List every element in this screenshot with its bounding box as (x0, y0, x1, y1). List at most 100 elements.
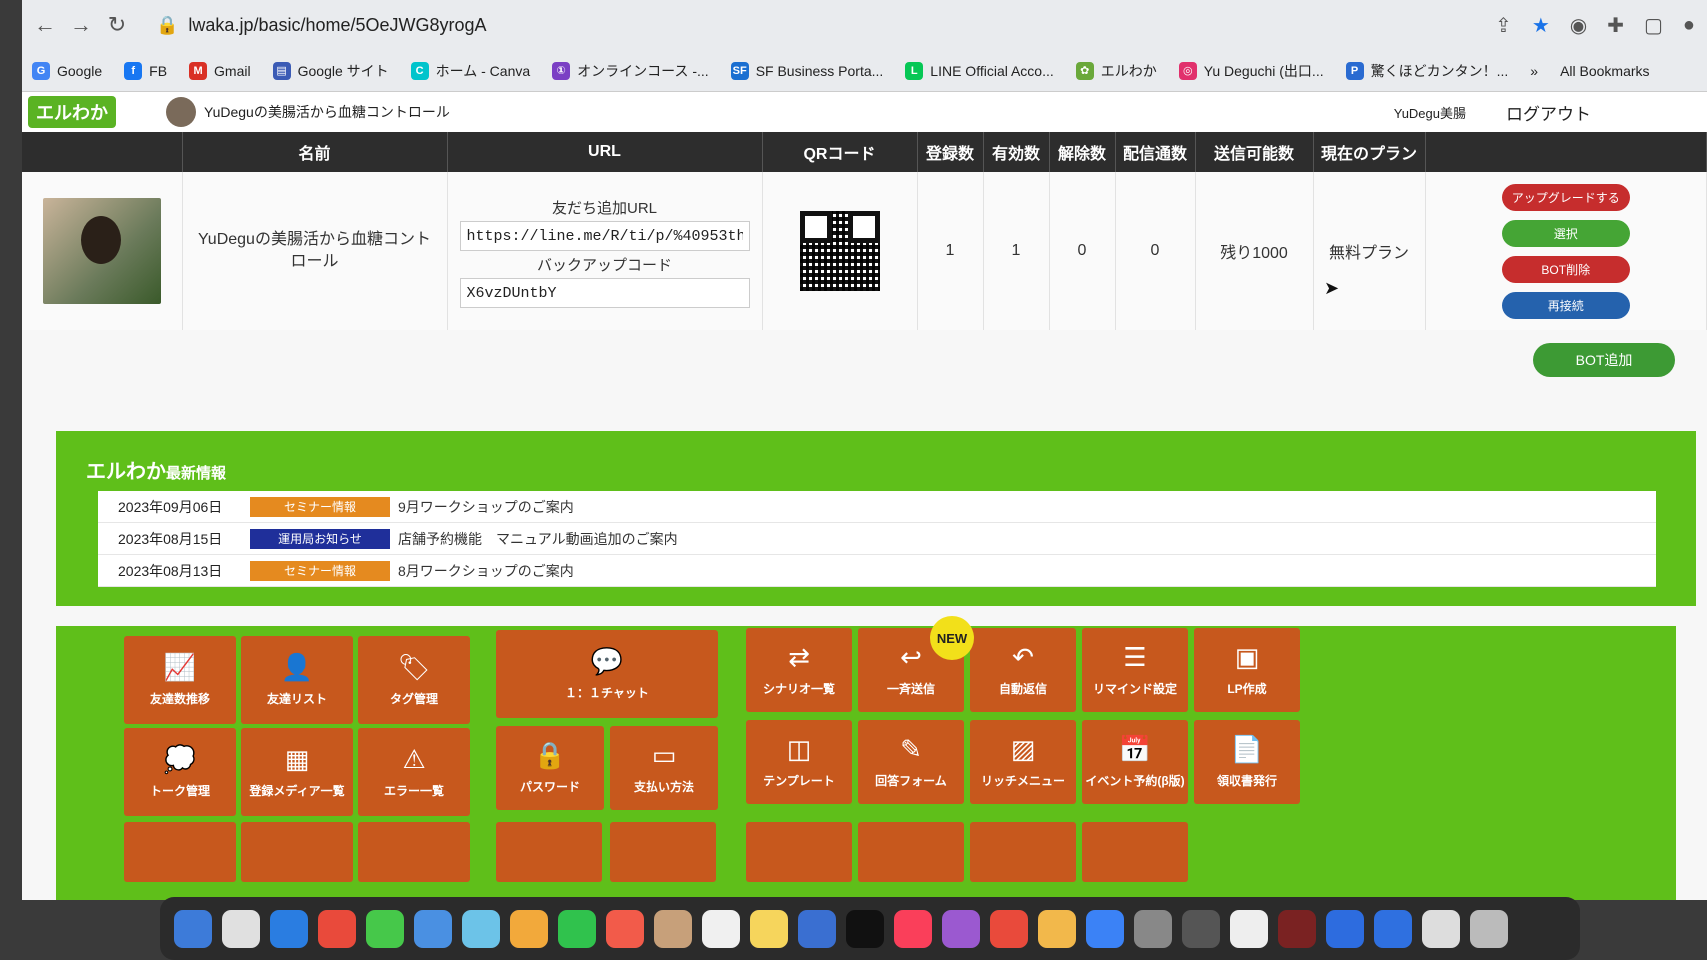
menu-tile-label: 友達リスト (266, 691, 327, 706)
all-bookmarks-link[interactable]: All Bookmarks (1560, 63, 1649, 79)
bookmark-favicon-icon: L (905, 61, 924, 80)
menu-tile[interactable]: ▨ リッチメニュー (970, 720, 1076, 804)
menu-tile[interactable]: ⚠ エラー一覧 (358, 728, 470, 816)
menu-tile[interactable]: ↶ 自動返信 (970, 628, 1076, 712)
delete-bot-button[interactable]: BOT削除 (1501, 255, 1630, 283)
menu-tile[interactable]: 📄 領収書発行 (1194, 720, 1300, 804)
dock-app-icon[interactable] (654, 909, 692, 948)
dock-app-icon[interactable] (510, 909, 548, 948)
menu-tile-partial[interactable] (1082, 822, 1188, 882)
menu-tile[interactable]: ✎ 回答フォーム (858, 720, 964, 804)
dock-app-icon[interactable] (1326, 909, 1364, 948)
dock-app-icon[interactable] (366, 909, 404, 948)
profile-avatar-icon[interactable]: ● (1683, 14, 1695, 37)
menu-tile[interactable]: 💭 トーク管理 (124, 728, 236, 816)
dock-app-icon[interactable] (558, 909, 596, 948)
dock-app-icon[interactable] (702, 909, 740, 948)
menu-tile-partial[interactable] (241, 822, 353, 882)
news-item[interactable]: 2023年09月06日 セミナー情報 9月ワークショップのご案内 (98, 491, 1656, 523)
dock-app-icon[interactable] (846, 909, 884, 948)
news-text[interactable]: 店舗予約機能 マニュアル動画追加のご案内 (398, 529, 678, 549)
bookmark-item[interactable]: ① オンラインコース -... (552, 61, 709, 81)
dock-app-icon[interactable] (174, 909, 212, 948)
menu-tile-partial[interactable] (358, 822, 470, 882)
forward-icon[interactable]: → (70, 12, 92, 38)
logout-link[interactable]: ログアウト (1506, 100, 1591, 125)
app-logo[interactable]: エルわか (28, 96, 116, 128)
friend-url-field[interactable] (459, 221, 750, 251)
dock-app-icon[interactable] (462, 909, 500, 948)
dock-app-icon[interactable] (894, 909, 932, 948)
select-button[interactable]: 選択 (1501, 219, 1630, 247)
menu-tile[interactable]: ◫ テンプレート (746, 720, 852, 804)
dock-app-icon[interactable] (1038, 909, 1076, 948)
news-item[interactable]: 2023年08月15日 運用局お知らせ 店舗予約機能 マニュアル動画追加のご案内 (98, 523, 1656, 555)
menu-tile[interactable]: 💬 １：１チャット (496, 630, 718, 718)
extension-icon[interactable]: ◉ (1570, 13, 1587, 38)
dock-app-icon[interactable] (1278, 909, 1316, 948)
dock-app-icon[interactable] (750, 909, 788, 948)
backup-code-field[interactable] (459, 278, 750, 308)
back-icon[interactable]: ← (34, 12, 56, 38)
dock-app-icon[interactable] (990, 909, 1028, 948)
bookmark-item[interactable]: ▤ Google サイト (272, 61, 389, 81)
profile-photo (42, 198, 161, 304)
bookmark-item[interactable]: G Google (32, 61, 102, 80)
dock-app-icon[interactable] (798, 909, 836, 948)
bookmark-item[interactable]: C ホーム - Canva (410, 61, 530, 81)
menu-tile-label: エラー一覧 (383, 783, 444, 798)
reload-icon[interactable]: ↻ (106, 12, 128, 38)
menu-tile[interactable]: ▣ LP作成 (1194, 628, 1300, 712)
menu-tile[interactable]: ☰ リマインド設定 (1082, 628, 1188, 712)
url-field[interactable]: 🔒 lwaka.jp/basic/home/5OeJWG8yrogA (156, 15, 487, 36)
dock-app-icon[interactable] (606, 909, 644, 948)
bookmark-item[interactable]: ◎ Yu Deguchi (出口... (1178, 61, 1324, 81)
menu-tile-partial[interactable] (124, 822, 236, 882)
bookmark-item[interactable]: SF SF Business Porta... (730, 61, 883, 80)
menu-tile[interactable]: 📅 イベント予約(β版) (1082, 720, 1188, 804)
dock-app-icon[interactable] (222, 909, 260, 948)
bookmark-favicon-icon: ▤ (272, 61, 291, 80)
menu-tile-partial[interactable] (746, 822, 852, 882)
bookmark-item[interactable]: P 驚くほどカンタン！... (1345, 61, 1508, 81)
news-text[interactable]: 9月ワークショップのご案内 (398, 497, 574, 517)
menu-tile[interactable]: ▭ 支払い方法 (610, 726, 718, 810)
dock-app-icon[interactable] (1422, 909, 1460, 948)
menu-tile[interactable]: ▦ 登録メディア一覧 (241, 728, 353, 816)
bookmark-item[interactable]: ✿ エルわか (1075, 61, 1157, 81)
share-icon[interactable]: ⇪ (1495, 13, 1512, 38)
upgrade-button[interactable]: アップグレードする (1501, 183, 1630, 211)
menu-tile-partial[interactable] (496, 822, 602, 882)
dock-app-icon[interactable] (1470, 909, 1508, 948)
menu-tile-partial[interactable] (858, 822, 964, 882)
dock-app-icon[interactable] (942, 909, 980, 948)
dock-app-icon[interactable] (1230, 909, 1268, 948)
news-item[interactable]: 2023年08月13日 セミナー情報 8月ワークショップのご案内 (98, 555, 1656, 587)
dock-app-icon[interactable] (1182, 909, 1220, 948)
dock-app-icon[interactable] (414, 909, 452, 948)
menu-tile[interactable]: 📈 友達数推移 (124, 636, 236, 724)
bookmark-item[interactable]: M Gmail (189, 61, 251, 80)
sidepanel-icon[interactable]: ▢ (1644, 13, 1663, 38)
current-plan-link[interactable]: 無料プラン (1313, 172, 1426, 330)
dock-app-icon[interactable] (318, 909, 356, 948)
menu-tile[interactable]: 🏷 タグ管理 (358, 636, 470, 724)
news-date: 2023年09月06日 (118, 498, 223, 515)
menu-tile-partial[interactable] (970, 822, 1076, 882)
bookmark-star-icon[interactable]: ★ (1532, 13, 1550, 38)
bookmarks-more-icon[interactable]: » (1530, 63, 1538, 79)
menu-tile[interactable]: ⇄ シナリオ一覧 (746, 628, 852, 712)
dock-app-icon[interactable] (270, 909, 308, 948)
bookmark-item[interactable]: L LINE Official Acco... (905, 61, 1054, 80)
puzzle-icon[interactable]: ✚ (1607, 13, 1624, 38)
menu-tile-partial[interactable] (610, 822, 716, 882)
menu-tile[interactable]: 🔒 パスワード (496, 726, 604, 810)
menu-tile[interactable]: 👤 友達リスト (241, 636, 353, 724)
bookmark-item[interactable]: f FB (124, 61, 167, 80)
dock-app-icon[interactable] (1086, 909, 1124, 948)
dock-app-icon[interactable] (1134, 909, 1172, 948)
news-text[interactable]: 8月ワークショップのご案内 (398, 561, 574, 581)
dock-app-icon[interactable] (1374, 909, 1412, 948)
reconnect-button[interactable]: 再接続 (1501, 291, 1630, 319)
add-bot-button[interactable]: BOT追加 (1533, 343, 1675, 377)
